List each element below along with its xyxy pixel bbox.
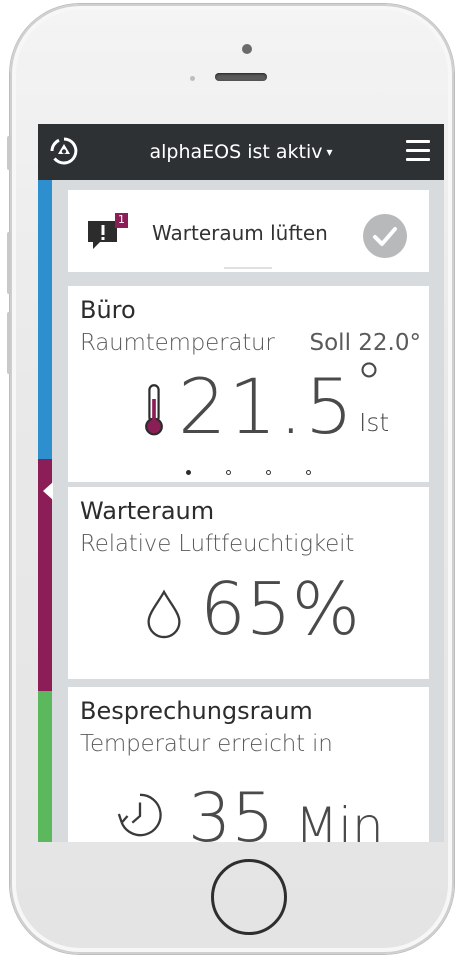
time-unit: Min <box>295 797 384 842</box>
room-name: Büro <box>80 296 136 324</box>
mute-switch <box>7 136 11 170</box>
water-drop-icon <box>147 589 181 639</box>
measurement-label: Relative Luftfeuchtigkeit <box>80 531 355 557</box>
room-card-buero[interactable]: Büro Raumtemperatur Soll 22.0° 21.5 ° Is… <box>68 286 429 482</box>
timer-icon <box>117 793 162 837</box>
status-title[interactable]: alphaEOS ist aktiv ▾ <box>38 141 444 163</box>
status-title-text: alphaEOS ist aktiv <box>149 141 323 163</box>
notification-badge: 1 <box>118 213 125 226</box>
home-button[interactable] <box>211 859 287 935</box>
app-header: alphaEOS ist aktiv ▾ <box>38 124 444 180</box>
room-name: Warteraum <box>80 497 215 525</box>
measurement-label: Raumtemperatur <box>80 330 275 356</box>
room-card-warteraum[interactable]: Warteraum Relative Luftfeuchtigkeit 65% <box>68 487 429 679</box>
notification-text: Warteraum lüften <box>152 221 328 245</box>
drag-handle[interactable] <box>224 267 272 269</box>
acknowledge-button[interactable] <box>363 214 407 258</box>
time-value: 35 <box>188 779 275 842</box>
volume-down-button <box>7 312 11 374</box>
page-dot[interactable] <box>306 470 312 475</box>
notification-card[interactable]: 1 Warteraum lüften <box>68 190 429 272</box>
actual-label: Ist <box>359 408 390 437</box>
dropdown-caret-icon: ▾ <box>326 145 333 159</box>
earpiece-speaker <box>215 73 267 81</box>
selection-indicator <box>43 482 53 500</box>
room-card-besprechungsraum[interactable]: Besprechungsraum Temperatur erreicht in … <box>68 687 429 842</box>
page-dot[interactable] <box>225 470 231 475</box>
page-dot[interactable] <box>266 470 272 475</box>
volume-up-button <box>7 232 11 294</box>
humidity-value: 65% <box>200 567 361 651</box>
dashboard: 1 Warteraum lüften Büro Raumtemperatur S… <box>38 180 444 842</box>
current-temperature: 21.5 <box>178 362 356 451</box>
room-color-bar-buero <box>38 180 52 459</box>
measurement-label: Temperatur erreicht in <box>80 731 333 757</box>
thermometer-icon <box>145 384 163 436</box>
proximity-sensor <box>190 76 195 81</box>
room-name: Besprechungsraum <box>80 697 313 725</box>
room-color-bar-besprechungsraum <box>38 691 52 842</box>
hamburger-menu-icon[interactable] <box>406 140 430 162</box>
front-camera <box>242 44 252 54</box>
page-indicator[interactable] <box>68 460 429 479</box>
checkmark-icon <box>373 227 397 246</box>
app-screen: alphaEOS ist aktiv▾ 1 Warteraum lüften <box>38 124 444 842</box>
page-dot[interactable] <box>185 470 191 475</box>
